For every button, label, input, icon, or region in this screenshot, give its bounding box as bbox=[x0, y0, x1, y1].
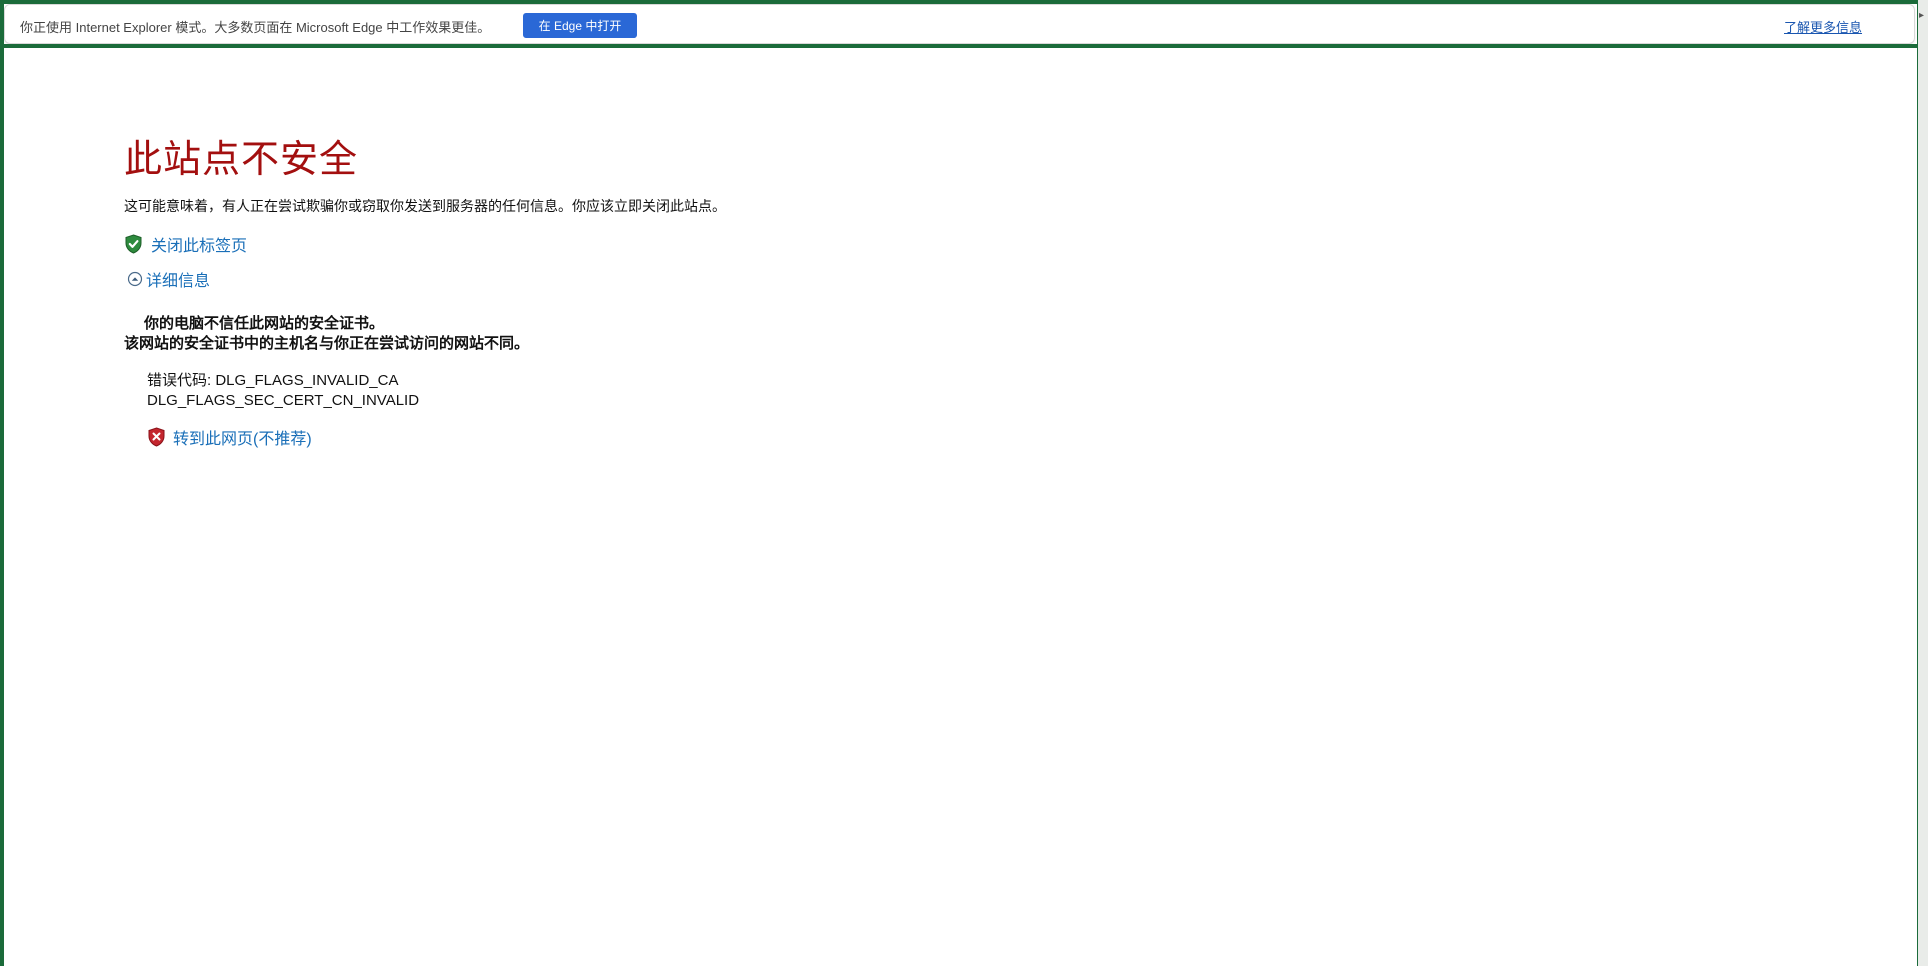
error-code-secondary: DLG_FLAGS_SEC_CERT_CN_INVALID bbox=[147, 392, 420, 409]
green-shield-check-icon bbox=[125, 234, 142, 254]
page-title: 此站点不安全 bbox=[124, 139, 359, 181]
window-frame: 你正使用 Internet Explorer 模式。大多数页面在 Microso… bbox=[0, 0, 1928, 966]
detail-untrusted-cert: 你的电脑不信任此网站的安全证书。 bbox=[144, 315, 385, 332]
details-link[interactable]: 详细信息 bbox=[146, 267, 210, 291]
red-shield-x-icon bbox=[148, 427, 165, 447]
edge-glyph: ▸ bbox=[1919, 10, 1925, 21]
browser-content: 你正使用 Internet Explorer 模式。大多数页面在 Microso… bbox=[4, 4, 1917, 966]
infobar-divider bbox=[4, 44, 1917, 48]
continue-to-site-row[interactable]: 转到此网页(不推荐) bbox=[148, 426, 312, 448]
ie-mode-infobar: 你正使用 Internet Explorer 模式。大多数页面在 Microso… bbox=[4, 4, 1915, 44]
warning-description: 这可能意味着，有人正在尝试欺骗你或窃取你发送到服务器的任何信息。你应该立即关闭此… bbox=[124, 198, 726, 214]
open-in-edge-button[interactable]: 在 Edge 中打开 bbox=[523, 13, 637, 38]
close-tab-row[interactable]: 关闭此标签页 bbox=[125, 233, 247, 255]
ie-mode-message: 你正使用 Internet Explorer 模式。大多数页面在 Microso… bbox=[20, 20, 491, 35]
details-toggle[interactable]: 详细信息 bbox=[127, 267, 210, 291]
details-panel: 你的电脑不信任此网站的安全证书。 该网站的安全证书中的主机名与你正在尝试访问的网… bbox=[124, 314, 529, 354]
continue-to-site-link[interactable]: 转到此网页(不推荐) bbox=[173, 425, 312, 449]
detail-hostname-mismatch: 该网站的安全证书中的主机名与你正在尝试访问的网站不同。 bbox=[124, 335, 530, 352]
error-code-primary: 错误代码: DLG_FLAGS_INVALID_CA bbox=[147, 372, 399, 389]
right-edge-scrollbar[interactable]: ▸ bbox=[1917, 0, 1928, 966]
collapse-circle-icon bbox=[127, 271, 143, 287]
error-code-block: 错误代码: DLG_FLAGS_INVALID_CA DLG_FLAGS_SEC… bbox=[147, 371, 419, 411]
close-tab-link[interactable]: 关闭此标签页 bbox=[151, 232, 247, 256]
learn-more-link[interactable]: 了解更多信息 bbox=[1784, 17, 1862, 36]
